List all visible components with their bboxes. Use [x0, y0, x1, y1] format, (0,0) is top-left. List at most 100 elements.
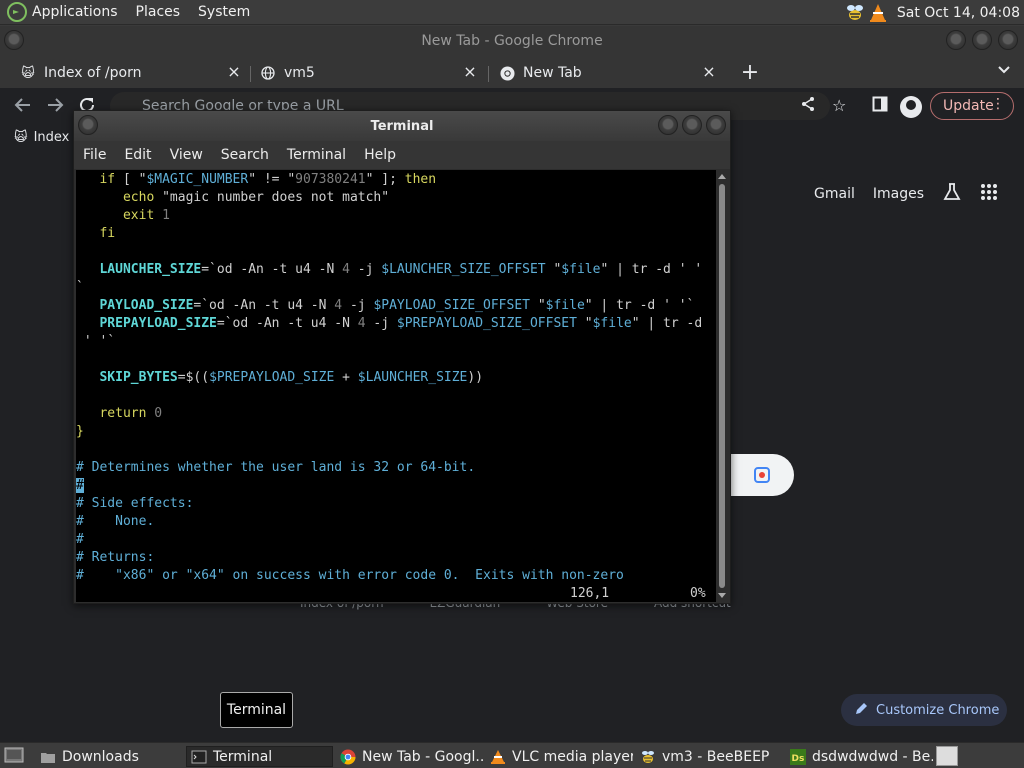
- top-menu: Applications Places System: [0, 0, 268, 24]
- close-button[interactable]: [998, 30, 1018, 50]
- code-line: # Returns:: [76, 550, 155, 565]
- tab-index-of[interactable]: 🙀 Index of /porn ×: [20, 58, 242, 88]
- back-arrow-icon[interactable]: [14, 95, 32, 119]
- ds-app-icon: Ds: [790, 748, 806, 765]
- menu-file[interactable]: File: [83, 147, 106, 163]
- code-line: #: [76, 478, 84, 493]
- menu-view[interactable]: View: [170, 147, 203, 163]
- terminal-window-controls: [658, 115, 726, 135]
- bee-icon: [642, 750, 654, 763]
- close-button[interactable]: [706, 115, 726, 135]
- tab-close-icon[interactable]: ×: [701, 64, 717, 80]
- terminal-window-title: Terminal: [370, 118, 434, 134]
- customize-chrome-button[interactable]: Customize Chrome: [841, 694, 1007, 726]
- scrollbar-thumb[interactable]: [719, 184, 725, 588]
- bookmark-index[interactable]: 🙀 Index: [14, 130, 69, 145]
- customize-chrome-label: Customize Chrome: [876, 702, 1000, 718]
- google-lens-camera-icon[interactable]: [730, 454, 794, 496]
- taskbar-label: dsdwdwdwd - Be...: [812, 748, 933, 765]
- code-line: LAUNCHER_SIZE=`od -An -t u4 -N 4 -j $LAU…: [99, 262, 703, 277]
- gmail-link[interactable]: Gmail: [814, 186, 855, 202]
- menu-terminal[interactable]: Terminal: [287, 147, 346, 163]
- update-button[interactable]: Update ⋮: [930, 92, 1014, 120]
- terminal-screen[interactable]: if [ "$MAGIC_NUMBER" != "907380241" ]; t…: [76, 170, 716, 602]
- vlc-cone-icon: [491, 749, 505, 764]
- menu-help[interactable]: Help: [364, 147, 396, 163]
- taskbar-tooltip: Terminal: [220, 692, 293, 728]
- maximize-button[interactable]: [682, 115, 702, 135]
- labs-flask-icon[interactable]: [942, 182, 962, 206]
- taskbar-beebeep-chat[interactable]: Ds dsdwdwdwd - Be...: [786, 746, 933, 767]
- show-desktop-icon[interactable]: [4, 747, 24, 768]
- clock[interactable]: Sat Oct 14, 04:08: [897, 5, 1020, 21]
- window-menu-button[interactable]: [4, 30, 24, 50]
- side-panel-icon[interactable]: [872, 96, 888, 116]
- menu-search[interactable]: Search: [221, 147, 269, 163]
- taskbar-label: vm3 - BeeBEEP: [662, 748, 770, 765]
- terminal-icon: [191, 750, 207, 763]
- new-tab-plus-icon[interactable]: +: [738, 60, 762, 85]
- tab-label: Index of /porn: [44, 65, 142, 81]
- forward-arrow-icon[interactable]: [46, 95, 64, 119]
- google-apps-grid-icon[interactable]: [980, 183, 998, 205]
- system-menu[interactable]: System: [198, 4, 250, 20]
- code-line: SKIP_BYTES=$(($PREPAYLOAD_SIZE + $LAUNCH…: [99, 370, 484, 385]
- minimize-button[interactable]: [946, 30, 966, 50]
- images-link[interactable]: Images: [873, 186, 924, 202]
- share-icon[interactable]: [800, 96, 816, 116]
- taskbar-beebeep-vm3[interactable]: vm3 - BeeBEEP: [636, 746, 783, 767]
- tab-close-icon[interactable]: ×: [462, 64, 478, 80]
- scream-emoji-favicon-icon: 🙀: [14, 130, 28, 145]
- more-vert-icon[interactable]: ⋮: [991, 96, 1005, 112]
- gnome-foot-icon[interactable]: [6, 1, 28, 23]
- tab-vm5[interactable]: vm5 ×: [260, 58, 478, 88]
- vlc-tray-icon[interactable]: [869, 3, 887, 23]
- update-label: Update: [943, 98, 994, 114]
- terminal-scrollbar[interactable]: [716, 170, 728, 602]
- tab-new-tab[interactable]: New Tab ×: [499, 58, 717, 88]
- code-line: # Side effects:: [76, 496, 194, 511]
- svg-text:Ds: Ds: [792, 754, 805, 764]
- minimize-button[interactable]: [658, 115, 678, 135]
- taskbar-vlc[interactable]: VLC media player: [486, 746, 633, 767]
- window-menu-button[interactable]: [78, 115, 98, 135]
- tab-search-chevron-down-icon[interactable]: [998, 62, 1010, 78]
- code-line: # None.: [76, 514, 155, 529]
- code-line: fi: [99, 226, 116, 241]
- places-menu[interactable]: Places: [136, 4, 181, 20]
- taskbar-chrome[interactable]: New Tab - Googl...: [336, 746, 483, 767]
- code-line: PAYLOAD_SIZE=`od -An -t u4 -N 4 -j $PAYL…: [99, 298, 695, 313]
- workspace-switcher-icon[interactable]: [936, 746, 958, 766]
- globe-icon: [260, 65, 276, 81]
- code-line: if [ "$MAGIC_NUMBER" != "907380241" ]; t…: [99, 172, 437, 187]
- taskbar-terminal[interactable]: Terminal: [186, 746, 333, 767]
- scroll-up-arrow-icon[interactable]: [718, 174, 726, 179]
- taskbar-downloads[interactable]: Downloads: [36, 746, 182, 767]
- scream-emoji-favicon-icon: 🙀: [21, 65, 35, 81]
- top-panel: Applications Places System Sat Oct 14, 0…: [0, 0, 1024, 25]
- tab-close-icon[interactable]: ×: [226, 64, 242, 80]
- applications-menu[interactable]: Applications: [32, 4, 118, 20]
- bookmark-star-icon[interactable]: ☆: [832, 96, 846, 115]
- tab-label: New Tab: [523, 65, 582, 81]
- system-tray: Sat Oct 14, 04:08: [845, 0, 1020, 25]
- code-line: # Determines whether the user land is 32…: [76, 460, 476, 475]
- vim-scroll-percent: 0%: [690, 586, 706, 601]
- code-line: ' '`: [83, 334, 116, 349]
- scroll-down-arrow-icon[interactable]: [718, 593, 726, 598]
- chrome-titlebar[interactable]: New Tab - Google Chrome: [0, 26, 1024, 56]
- maximize-button[interactable]: [972, 30, 992, 50]
- profile-avatar-icon[interactable]: [900, 96, 922, 118]
- terminal-titlebar[interactable]: Terminal: [74, 111, 730, 141]
- taskbar-label: Terminal: [213, 748, 273, 765]
- terminal-window: Terminal File Edit View Search Terminal …: [73, 110, 731, 604]
- chrome-logo-icon: [340, 749, 356, 764]
- terminal-menubar: File Edit View Search Terminal Help: [74, 141, 730, 169]
- code-line: PREPAYLOAD_SIZE=`od -An -t u4 -N 4 -j $P…: [99, 316, 703, 331]
- beebeep-tray-icon[interactable]: [845, 3, 865, 23]
- chrome-logo-icon: [499, 65, 515, 81]
- code-line: `: [76, 280, 84, 295]
- code-line: exit 1: [122, 208, 170, 223]
- menu-edit[interactable]: Edit: [124, 147, 151, 163]
- code-line: return 0: [99, 406, 163, 421]
